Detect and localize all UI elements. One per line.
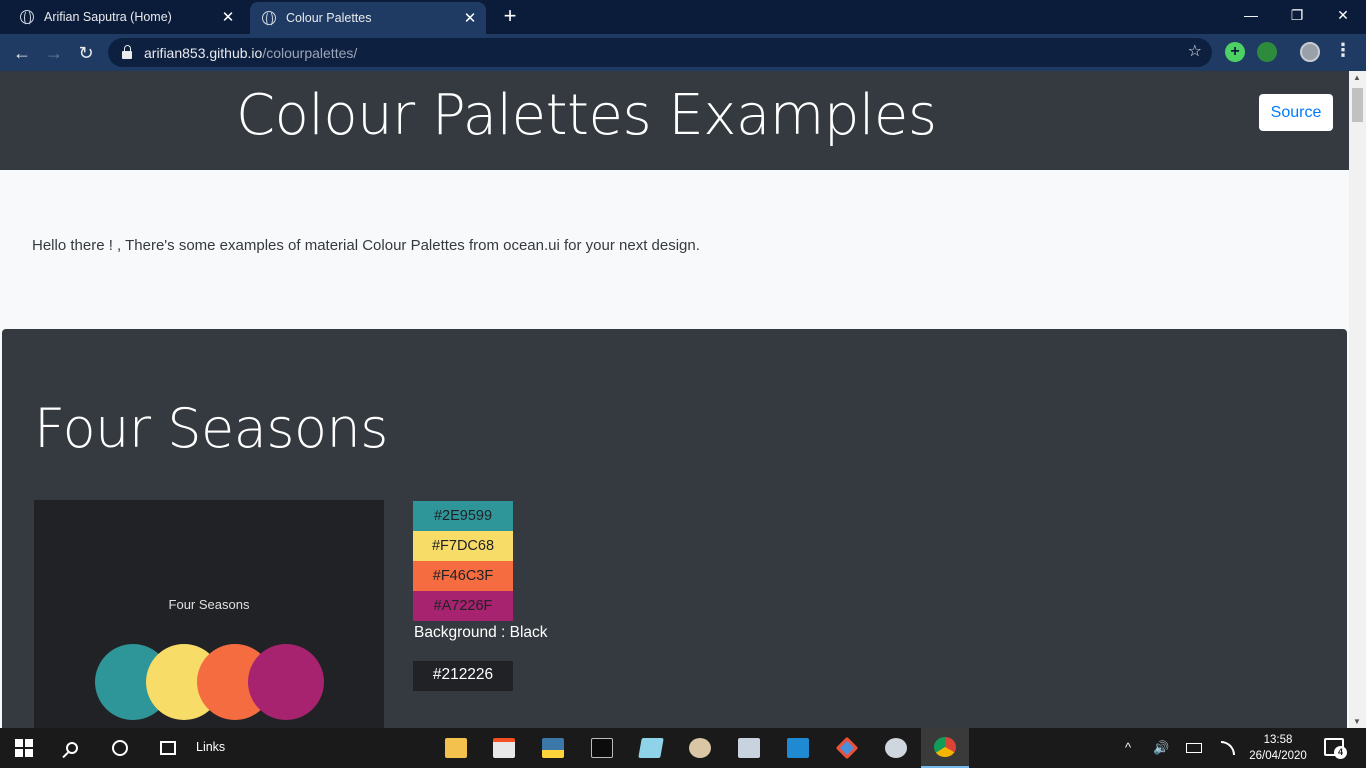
- git-icon: [835, 736, 859, 760]
- tab-title: Colour Palettes: [286, 11, 372, 25]
- forward-button[interactable]: →: [41, 40, 67, 66]
- globe-icon: [262, 10, 276, 27]
- taskbar-terminal[interactable]: [578, 728, 626, 768]
- taskbar-notes[interactable]: [627, 728, 675, 768]
- taskbar-file-explorer[interactable]: [432, 728, 480, 768]
- search-icon: [66, 742, 78, 754]
- scroll-thumb[interactable]: [1352, 88, 1363, 122]
- windows-taskbar: Links ^ 🔊 13:58 26/04/2020 4: [0, 728, 1366, 768]
- bookmark-star-icon[interactable]: ☆: [1188, 41, 1202, 61]
- palette-card: Four Seasons Four Seasons #2E9599 #F7DC6…: [2, 329, 1347, 728]
- lock-icon: [122, 44, 132, 59]
- tray-overflow-icon[interactable]: ^: [1125, 740, 1131, 755]
- system-clock[interactable]: 13:58 26/04/2020: [1248, 732, 1308, 764]
- site-header: Colour Palettes Examples Source: [0, 71, 1349, 170]
- links-toolbar[interactable]: Links: [196, 740, 225, 754]
- taskbar-git[interactable]: [823, 728, 871, 768]
- scroll-down-icon[interactable]: ▼: [1353, 717, 1361, 726]
- restore-button[interactable]: ❐: [1274, 0, 1320, 30]
- minimize-button[interactable]: —: [1228, 0, 1274, 30]
- cortana-icon: [112, 740, 128, 756]
- start-button[interactable]: [0, 728, 48, 768]
- taskbar-python[interactable]: [529, 728, 577, 768]
- terminal-icon: [591, 738, 613, 758]
- source-button[interactable]: Source: [1259, 94, 1333, 131]
- tab-close-button[interactable]: ✕: [458, 9, 482, 27]
- intro-text: Hello there ! , There's some examples of…: [32, 237, 700, 254]
- color-swatch-3: #F46C3F: [413, 561, 513, 591]
- reload-button[interactable]: ↻: [73, 40, 99, 66]
- color-swatch-1: #2E9599: [413, 501, 513, 531]
- notes-icon: [638, 738, 664, 758]
- color-swatch-4: #A7226F: [413, 591, 513, 621]
- cortana-button[interactable]: [96, 728, 144, 768]
- extension-plus-icon[interactable]: +: [1225, 42, 1245, 62]
- taskbar-webcam[interactable]: [872, 728, 920, 768]
- webcam-icon: [885, 738, 907, 758]
- browser-toolbar: ← → ↻ arifian853.github.io/colourpalette…: [0, 34, 1366, 71]
- url-host: arifian853.github.io: [144, 44, 263, 61]
- preview-circle-4: [248, 644, 324, 720]
- taskbar-paint[interactable]: [676, 728, 724, 768]
- taskbar-store[interactable]: [480, 728, 528, 768]
- globe-icon: [20, 9, 34, 26]
- vscode-icon: [787, 738, 809, 758]
- back-button[interactable]: ←: [9, 40, 35, 66]
- taskbar-chrome[interactable]: [921, 728, 969, 768]
- extension-leaf-icon[interactable]: [1257, 42, 1277, 62]
- browser-menu-icon[interactable]: ⋮: [1334, 40, 1352, 61]
- preview-label: Four Seasons: [168, 597, 250, 612]
- taskbar-translator[interactable]: [725, 728, 773, 768]
- palette-title: Four Seasons: [34, 397, 388, 460]
- paint-icon: [689, 738, 711, 758]
- volume-icon[interactable]: 🔊: [1153, 740, 1169, 756]
- notification-count-badge: 4: [1334, 746, 1347, 759]
- task-view-icon: [160, 741, 176, 755]
- clock-time: 13:58: [1263, 734, 1293, 746]
- taskbar-vscode[interactable]: [774, 728, 822, 768]
- profile-avatar[interactable]: [1300, 42, 1320, 62]
- task-view-button[interactable]: [144, 728, 192, 768]
- palette-preview-image: Four Seasons: [34, 500, 384, 728]
- color-swatch-2: #F7DC68: [413, 531, 513, 561]
- chrome-icon: [934, 737, 956, 757]
- tab-colour-palettes[interactable]: Colour Palettes ✕: [250, 2, 486, 34]
- address-bar[interactable]: arifian853.github.io/colourpalettes/ ☆: [108, 38, 1212, 67]
- clock-date: 26/04/2020: [1249, 750, 1307, 762]
- wifi-icon[interactable]: [1221, 741, 1235, 755]
- windows-logo-icon: [15, 739, 33, 757]
- url-text: arifian853.github.io/colourpalettes/: [144, 45, 357, 61]
- url-path: /colourpalettes/: [262, 44, 358, 61]
- page-scrollbar[interactable]: ▲ ▼: [1349, 71, 1366, 728]
- tab-title: Arifian Saputra (Home): [44, 10, 172, 24]
- background-swatch: #212226: [413, 661, 513, 691]
- scroll-up-icon[interactable]: ▲: [1353, 73, 1361, 82]
- python-icon: [542, 738, 564, 758]
- battery-icon[interactable]: [1186, 743, 1202, 753]
- page-title: Colour Palettes Examples: [236, 83, 937, 148]
- store-icon: [493, 738, 515, 758]
- background-label: Background : Black: [414, 624, 548, 641]
- new-tab-button[interactable]: +: [498, 4, 522, 28]
- browser-tab-bar: Arifian Saputra (Home) ✕ Colour Palettes…: [0, 0, 1366, 34]
- tab-close-button[interactable]: ✕: [216, 8, 240, 26]
- tab-arifian-home[interactable]: Arifian Saputra (Home) ✕: [8, 0, 244, 34]
- translator-icon: [738, 738, 760, 758]
- page-viewport: Colour Palettes Examples Source Hello th…: [0, 71, 1349, 728]
- window-close-button[interactable]: ✕: [1320, 0, 1366, 30]
- folder-icon: [445, 738, 467, 758]
- search-button[interactable]: [48, 728, 96, 768]
